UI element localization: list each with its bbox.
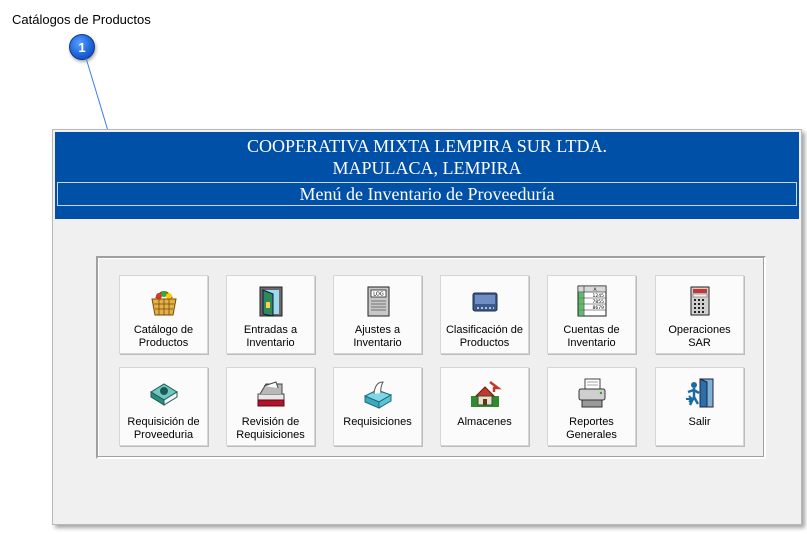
basket-icon — [150, 291, 177, 316]
tile-label: Revisión de Requisiciones — [236, 416, 305, 441]
tile-label: Operaciones SAR — [668, 324, 731, 349]
exit-door-icon — [685, 378, 713, 408]
org-name: COOPERATIVA MIXTA LEMPIRA SUR LTDA. — [246, 136, 608, 156]
catalogo-productos-button[interactable]: Catálogo de Productos — [119, 275, 208, 354]
book-icon — [149, 383, 178, 406]
operaciones-sar-button[interactable]: Operaciones SAR — [655, 275, 744, 354]
clasificacion-productos-button[interactable]: Clasificación de Productos — [440, 275, 529, 354]
warehouse-icon — [470, 381, 502, 407]
salir-button[interactable]: Salir — [655, 367, 744, 446]
callout-badge: 1 — [69, 34, 95, 60]
tile-label: Catálogo de Productos — [133, 324, 194, 349]
tile-label: Ajustes a Inventario — [353, 324, 402, 349]
printer-icon — [578, 378, 605, 408]
menu-title: Menú de Inventario de Proveeduría — [57, 182, 797, 206]
tile-label: Clasificación de Productos — [445, 324, 524, 349]
doc-title: Catálogos de Productos — [12, 12, 151, 27]
log-book-icon: LOG — [367, 286, 389, 317]
calculator-icon — [690, 286, 709, 316]
revision-requisiciones-button[interactable]: Revisión de Requisiciones — [226, 367, 315, 446]
sheet-cell: 7855 — [592, 299, 604, 305]
tissue-box-icon — [363, 381, 392, 409]
tile-label: Entradas a Inventario — [243, 324, 298, 349]
tile-label: Almacenes — [457, 416, 512, 428]
requisicion-proveeduria-button[interactable]: Requisición de Proveeduria — [119, 367, 208, 446]
sheet-cell: 8679 — [592, 305, 604, 311]
tile-label: Requisiciones — [343, 416, 412, 428]
almacenes-button[interactable]: Almacenes — [440, 367, 529, 446]
ajustes-inventario-button[interactable]: LOG Ajustes a Inventario — [333, 275, 422, 354]
entradas-inventario-button[interactable]: Entradas a Inventario — [226, 275, 315, 354]
tile-label: Salir — [688, 416, 711, 428]
menu-panel: Catálogo de Productos Entradas a Inventa… — [96, 256, 766, 459]
tile-label: Cuentas de Inventario — [563, 324, 620, 349]
org-place: MAPULACA, LEMPIRA — [332, 158, 522, 178]
svg-text:LOG: LOG — [373, 292, 384, 298]
stamp-icon — [257, 381, 284, 407]
door-entry-icon — [259, 286, 282, 317]
tray-icon — [472, 292, 497, 312]
spreadsheet-icon: A 1245 7855 8679 — [577, 285, 606, 317]
sheet-cell: 1245 — [592, 293, 604, 299]
requisiciones-button[interactable]: Requisiciones — [333, 367, 422, 446]
reportes-generales-button[interactable]: Reportes Generales — [547, 367, 636, 446]
tile-label: Requisición de Proveeduria — [127, 416, 200, 441]
header-band: COOPERATIVA MIXTA LEMPIRA SUR LTDA. MAPU… — [55, 132, 799, 219]
app-window: COOPERATIVA MIXTA LEMPIRA SUR LTDA. MAPU… — [52, 129, 802, 525]
cuentas-inventario-button[interactable]: A 1245 7855 8679 Cuentas de Inventario — [547, 275, 636, 354]
tile-label: Reportes Generales — [566, 416, 617, 441]
